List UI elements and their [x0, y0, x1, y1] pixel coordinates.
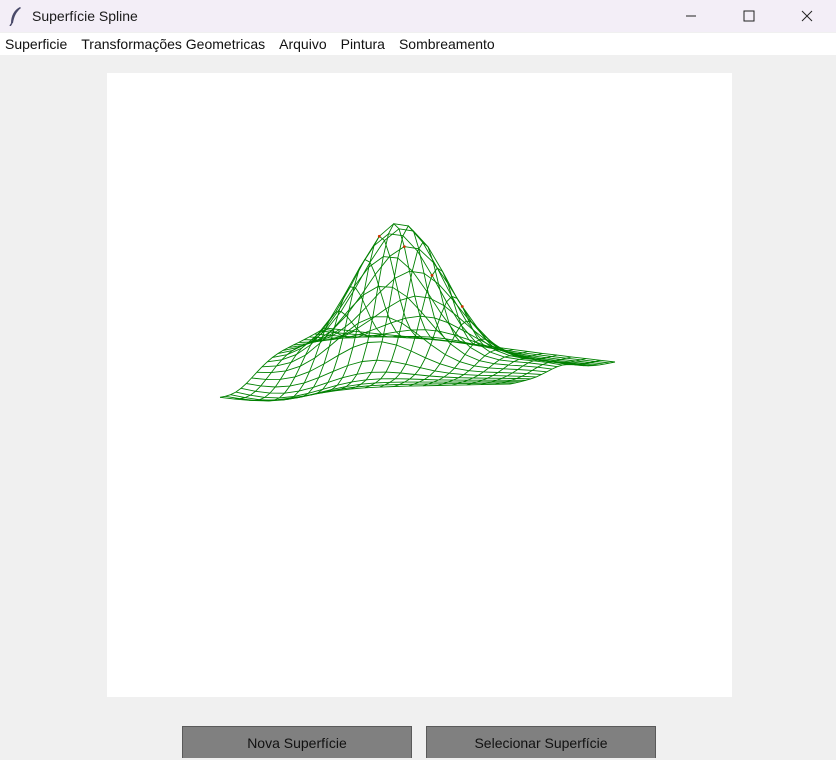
menu-superficie[interactable]: Superficie — [0, 33, 76, 55]
control-point — [460, 305, 464, 308]
wire-line-v — [288, 246, 579, 366]
menu-bar: Superficie Transformações Geometricas Ar… — [0, 33, 836, 55]
menu-pintura[interactable]: Pintura — [336, 33, 394, 55]
menu-transformacoes[interactable]: Transformações Geometricas — [76, 33, 274, 55]
wire-line-v — [277, 223, 568, 365]
close-icon[interactable] — [778, 0, 836, 32]
minimize-icon[interactable] — [662, 0, 720, 32]
spline-surface-wireframe — [219, 222, 616, 402]
window-title: Superfície Spline — [32, 8, 138, 24]
wire-line-v — [314, 333, 605, 365]
control-point — [402, 245, 406, 249]
menu-sombreamento[interactable]: Sombreamento — [394, 33, 504, 55]
wire-line-v — [282, 228, 574, 366]
select-surface-button[interactable]: Selecionar Superfície — [426, 726, 656, 758]
feather-icon — [0, 0, 32, 32]
wire-line-v — [225, 382, 516, 402]
wire-line-u — [480, 358, 587, 386]
drawing-canvas[interactable] — [107, 73, 732, 697]
title-bar: Superfície Spline — [0, 0, 836, 32]
wire-line-v — [272, 233, 563, 366]
maximize-icon[interactable] — [720, 0, 778, 32]
control-point — [377, 234, 381, 238]
menu-arquivo[interactable]: Arquivo — [274, 33, 335, 55]
new-surface-button[interactable]: Nova Superfície — [182, 726, 412, 758]
control-point — [430, 273, 434, 277]
wire-line-u — [379, 267, 485, 388]
